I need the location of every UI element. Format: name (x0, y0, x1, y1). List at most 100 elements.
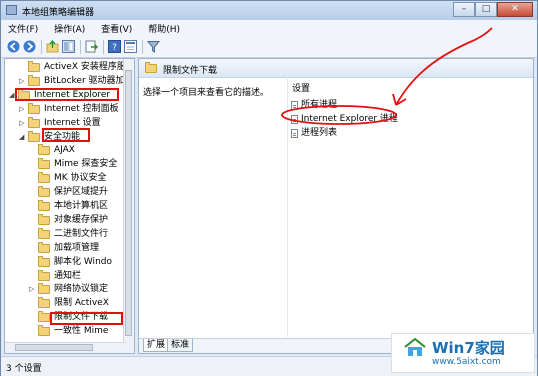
folder-icon (38, 241, 50, 253)
filter-icon[interactable] (147, 40, 160, 53)
tree-expander[interactable] (29, 172, 35, 182)
app-icon (6, 5, 17, 15)
folder-icon (18, 88, 30, 100)
menu-file[interactable]: 文件(F) (1, 20, 44, 35)
tree-item-label: Internet 控制面板 (44, 103, 119, 114)
forward-icon[interactable] (23, 40, 36, 53)
tree-item-label: Internet 设置 (44, 117, 101, 128)
setting-label: 进程列表 (301, 128, 338, 138)
help-icon[interactable]: ? (108, 40, 121, 53)
tab-extended[interactable]: 扩展 (143, 339, 170, 352)
folder-icon (38, 213, 50, 225)
folder-icon (38, 325, 50, 337)
tree-item-label: MK 协议安全 (54, 173, 107, 184)
folder-icon (38, 311, 50, 323)
tree-expander[interactable] (29, 186, 35, 196)
toolbar: ? (1, 37, 537, 58)
tree-expander[interactable] (29, 214, 35, 224)
status-text: 3 个设置 (6, 364, 42, 374)
tree-item-label: 脚本化 Windo (54, 256, 112, 267)
export-icon[interactable] (85, 40, 98, 53)
tree-item-label: 二进制文件行 (54, 228, 109, 239)
folder-icon (145, 62, 157, 73)
svg-text:?: ? (112, 43, 117, 53)
folder-icon (28, 74, 40, 86)
details-header: 限制文件下载 (139, 59, 533, 78)
folder-icon (38, 144, 50, 156)
folder-icon (38, 297, 50, 309)
folder-icon (38, 255, 50, 267)
up-folder-icon[interactable] (46, 40, 59, 53)
tree-item-label: 安全功能 (44, 131, 81, 142)
folder-icon (28, 130, 40, 142)
gpedit-window: 本地组策略编辑器 – □ ✕ 文件(F) 操作(A) 查看(V) 帮助(H) ?… (0, 0, 538, 376)
setting-icon (291, 101, 298, 110)
setting-icon (291, 115, 298, 124)
tree-item-label: 加载项管理 (54, 242, 100, 253)
back-icon[interactable] (7, 40, 20, 53)
house-logo-icon (404, 338, 426, 356)
setting-label: Internet Explorer 进程 (301, 114, 398, 124)
folder-icon (38, 200, 50, 211)
tree-pane: ActiveX 安装程序服务 ▷ BitLocker 驱动器加密 ◢ Internet … (4, 58, 135, 354)
tree-horizontal-scrollbar[interactable] (5, 342, 126, 353)
tab-standard[interactable]: 标准 (167, 339, 194, 352)
show-hide-tree-icon[interactable] (62, 40, 75, 53)
tree-item-label: 通知栏 (54, 270, 82, 281)
folder-icon (38, 283, 50, 295)
menu-view[interactable]: 查看(V) (94, 20, 138, 35)
folder-icon (38, 227, 50, 239)
tree-expander[interactable] (29, 270, 35, 280)
setting-label: 所有进程 (301, 100, 338, 110)
tree-expander[interactable]: ◢ (19, 131, 25, 141)
settings-column-header[interactable]: 设置 (292, 81, 310, 94)
menu-action[interactable]: 操作(A) (47, 20, 91, 35)
tree-expander[interactable] (29, 228, 35, 238)
tree-expander[interactable] (29, 144, 35, 154)
folder-icon (28, 116, 40, 128)
tree-item-label: Mime 探查安全 (54, 159, 118, 170)
tree-item-label: 保护区域提升 (54, 187, 109, 198)
minimize-button[interactable]: – (453, 2, 475, 17)
tree-item-label: 对象缓存保护 (54, 214, 109, 225)
tree-expander[interactable]: ▷ (29, 283, 35, 293)
tree-expander[interactable] (29, 325, 35, 335)
tree-expander[interactable]: ▷ (19, 75, 25, 85)
watermark: Win7家园 www.5aixt.com (391, 333, 535, 373)
watermark-url: www.5aixt.com (432, 357, 501, 367)
window-title: 本地组策略编辑器 (22, 8, 95, 18)
folder-icon (38, 172, 50, 184)
setting-icon (291, 129, 298, 138)
tree-expander[interactable] (29, 200, 35, 210)
tree-item-label: 网络协议锁定 (54, 284, 109, 295)
tree-item-label: 一致性 Mime (54, 326, 109, 337)
tree-expander[interactable]: ▷ (19, 117, 25, 127)
tree-expander[interactable]: ◢ (9, 89, 15, 99)
folder-icon (28, 61, 40, 72)
menu-help[interactable]: 帮助(H) (141, 20, 186, 35)
menu-bar: 文件(F) 操作(A) 查看(V) 帮助(H) (1, 20, 537, 38)
tree-expander[interactable] (29, 158, 35, 168)
tree-vertical-scrollbar[interactable] (123, 59, 134, 353)
tree-expander[interactable] (29, 297, 35, 307)
tree-expander[interactable] (29, 311, 35, 321)
tree-expander[interactable] (29, 242, 35, 252)
tree-item-label: Internet Explorer (34, 89, 111, 100)
tree-item-label: AJAX (54, 145, 75, 156)
tree-item-label: ActiveX 安装程序服务 (44, 62, 135, 72)
tree-expander[interactable]: ▷ (19, 103, 25, 113)
tree-item-label: 限制 ActiveX (54, 298, 109, 309)
title-bar: 本地组策略编辑器 – □ ✕ (1, 1, 537, 20)
folder-icon (38, 186, 50, 198)
details-header-title: 限制文件下载 (163, 66, 218, 76)
maximize-button[interactable]: □ (475, 2, 497, 17)
tree-item-label: 限制文件下载 (54, 312, 109, 323)
description-text: 选择一个项目来查看它的描述。 (143, 88, 270, 98)
settings-list: 设置 所有进程 Internet Explorer 进程 进程列表 (287, 77, 533, 337)
tree-expander[interactable] (29, 256, 35, 266)
tree-expander[interactable] (19, 61, 25, 71)
tree-item-label: 本地计算机区 (54, 201, 109, 211)
folder-icon (38, 269, 50, 281)
properties-icon[interactable] (124, 40, 137, 53)
close-button[interactable]: ✕ (497, 2, 533, 17)
